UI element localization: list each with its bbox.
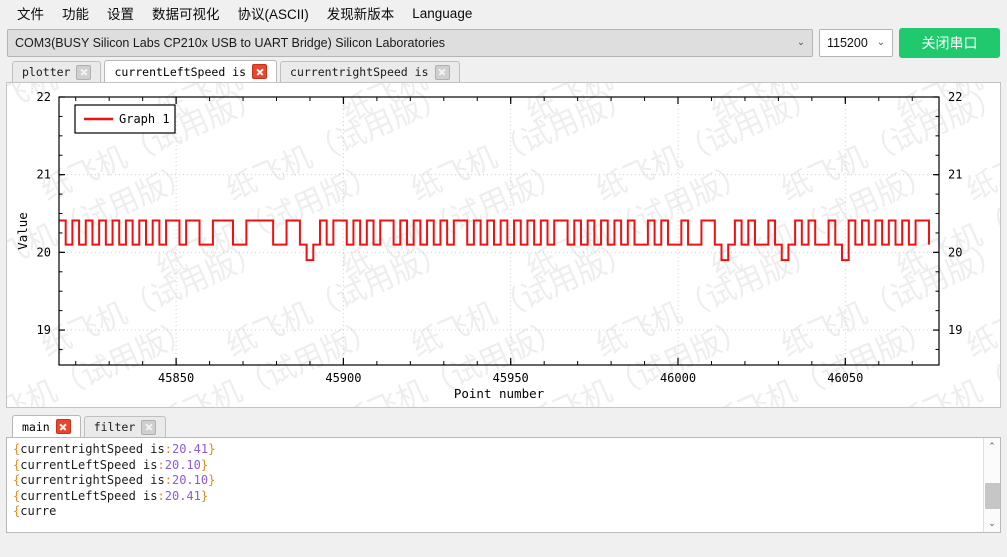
tab-currentrightspeed[interactable]: currentrightSpeed is — [280, 61, 459, 82]
axis-label-y: 20 — [37, 245, 51, 259]
console-scrollbar[interactable]: ⌃ ⌄ — [983, 438, 1000, 532]
console-line: {currentrightSpeed is:20.10} — [13, 473, 977, 489]
close-icon[interactable] — [252, 64, 267, 79]
console-value: 20.10 — [172, 473, 208, 487]
console-brace: } — [201, 458, 208, 472]
plot-panel[interactable]: 纸飞机（试用版）纸飞机（试用版）纸飞机（试用版）纸飞机（试用版）纸飞机（试用版）… — [6, 82, 1001, 408]
close-icon[interactable] — [435, 65, 450, 80]
menu-protocol-ascii[interactable]: 协议(ASCII) — [229, 0, 318, 26]
console-colon: : — [158, 458, 165, 472]
console-line: {currentLeftSpeed is:20.10} — [13, 458, 977, 474]
console-line: {curre — [13, 504, 977, 520]
serial-port-value: COM3(BUSY Silicon Labs CP210x USB to UAR… — [8, 36, 790, 50]
console-output[interactable]: {currentrightSpeed is:20.41}{currentLeft… — [7, 438, 983, 532]
axis-label-y: 19 — [37, 323, 51, 337]
plot-tab-strip: plotter currentLeftSpeed is currentright… — [0, 60, 1007, 82]
tab-label: plotter — [22, 65, 70, 79]
console-value: 20.10 — [165, 458, 201, 472]
close-serial-port-button[interactable]: 关闭串口 — [899, 28, 1000, 58]
baud-rate-select[interactable]: 115200 ⌄ — [819, 29, 893, 57]
console-colon: : — [158, 489, 165, 503]
console-key: currentrightSpeed is — [20, 473, 165, 487]
menu-language[interactable]: Language — [403, 3, 481, 24]
console-key: currentLeftSpeed is — [20, 489, 157, 503]
close-icon[interactable] — [141, 420, 156, 435]
console-panel[interactable]: {currentrightSpeed is:20.41}{currentLeft… — [6, 437, 1001, 533]
console-value: 20.41 — [165, 489, 201, 503]
menu-data-visualization[interactable]: 数据可视化 — [143, 0, 229, 26]
axis-label-y-right: 19 — [948, 323, 962, 337]
close-icon[interactable] — [56, 419, 71, 434]
axis-label-x: 45900 — [325, 371, 361, 385]
console-key: currentLeftSpeed is — [20, 458, 157, 472]
axis-label-y: 22 — [37, 90, 51, 104]
axis-label-y-right: 21 — [948, 168, 962, 182]
port-toolbar: COM3(BUSY Silicon Labs CP210x USB to UAR… — [0, 26, 1007, 60]
console-line: {currentrightSpeed is:20.41} — [13, 442, 977, 458]
axis-label-x: 46000 — [660, 371, 696, 385]
console-colon: : — [165, 473, 172, 487]
scrollbar-thumb[interactable] — [985, 483, 1000, 509]
menu-settings[interactable]: 设置 — [98, 0, 143, 26]
menu-bar: 文件 功能 设置 数据可视化 协议(ASCII) 发现新版本 Language — [0, 0, 1007, 26]
menu-check-update[interactable]: 发现新版本 — [318, 0, 404, 26]
axis-title-y: Value — [15, 212, 30, 250]
console-key: curre — [20, 504, 56, 518]
scroll-up-icon[interactable]: ⌃ — [984, 438, 1001, 455]
console-tab-strip: main filter — [0, 415, 1007, 437]
tab-main[interactable]: main — [12, 415, 81, 437]
tab-label: currentLeftSpeed is — [114, 65, 246, 79]
axis-label-y: 21 — [37, 168, 51, 182]
axis-label-x: 46050 — [827, 371, 863, 385]
axis-label-x: 45850 — [158, 371, 194, 385]
console-brace: } — [208, 473, 215, 487]
menu-file[interactable]: 文件 — [8, 0, 53, 26]
chevron-down-icon: ⌄ — [790, 38, 812, 48]
tab-label: currentrightSpeed is — [290, 65, 428, 79]
console-colon: : — [165, 442, 172, 456]
console-brace: } — [201, 489, 208, 503]
console-line: {currentLeftSpeed is:20.41} — [13, 489, 977, 505]
plot-canvas[interactable]: 纸飞机（试用版）纸飞机（试用版）纸飞机（试用版）纸飞机（试用版）纸飞机（试用版）… — [7, 83, 1001, 407]
axis-title-x: Point number — [454, 386, 545, 401]
tab-label: main — [22, 420, 50, 434]
baud-rate-value: 115200 — [820, 36, 870, 50]
console-key: currentrightSpeed is — [20, 442, 165, 456]
tab-label: filter — [94, 420, 136, 434]
serial-port-select[interactable]: COM3(BUSY Silicon Labs CP210x USB to UAR… — [7, 29, 813, 57]
legend-label: Graph 1 — [119, 112, 170, 126]
tab-filter[interactable]: filter — [84, 416, 167, 437]
axis-label-y-right: 20 — [948, 245, 962, 259]
scrollbar-track[interactable] — [984, 455, 1001, 515]
console-brace: } — [208, 442, 215, 456]
chevron-down-icon: ⌄ — [870, 38, 892, 48]
close-icon[interactable] — [76, 65, 91, 80]
axis-label-y-right: 22 — [948, 90, 962, 104]
menu-function[interactable]: 功能 — [53, 0, 98, 26]
scroll-down-icon[interactable]: ⌄ — [984, 515, 1001, 532]
tab-currentleftspeed[interactable]: currentLeftSpeed is — [104, 60, 277, 82]
console-value: 20.41 — [172, 442, 208, 456]
tab-plotter[interactable]: plotter — [12, 61, 101, 82]
axis-label-x: 45950 — [493, 371, 529, 385]
